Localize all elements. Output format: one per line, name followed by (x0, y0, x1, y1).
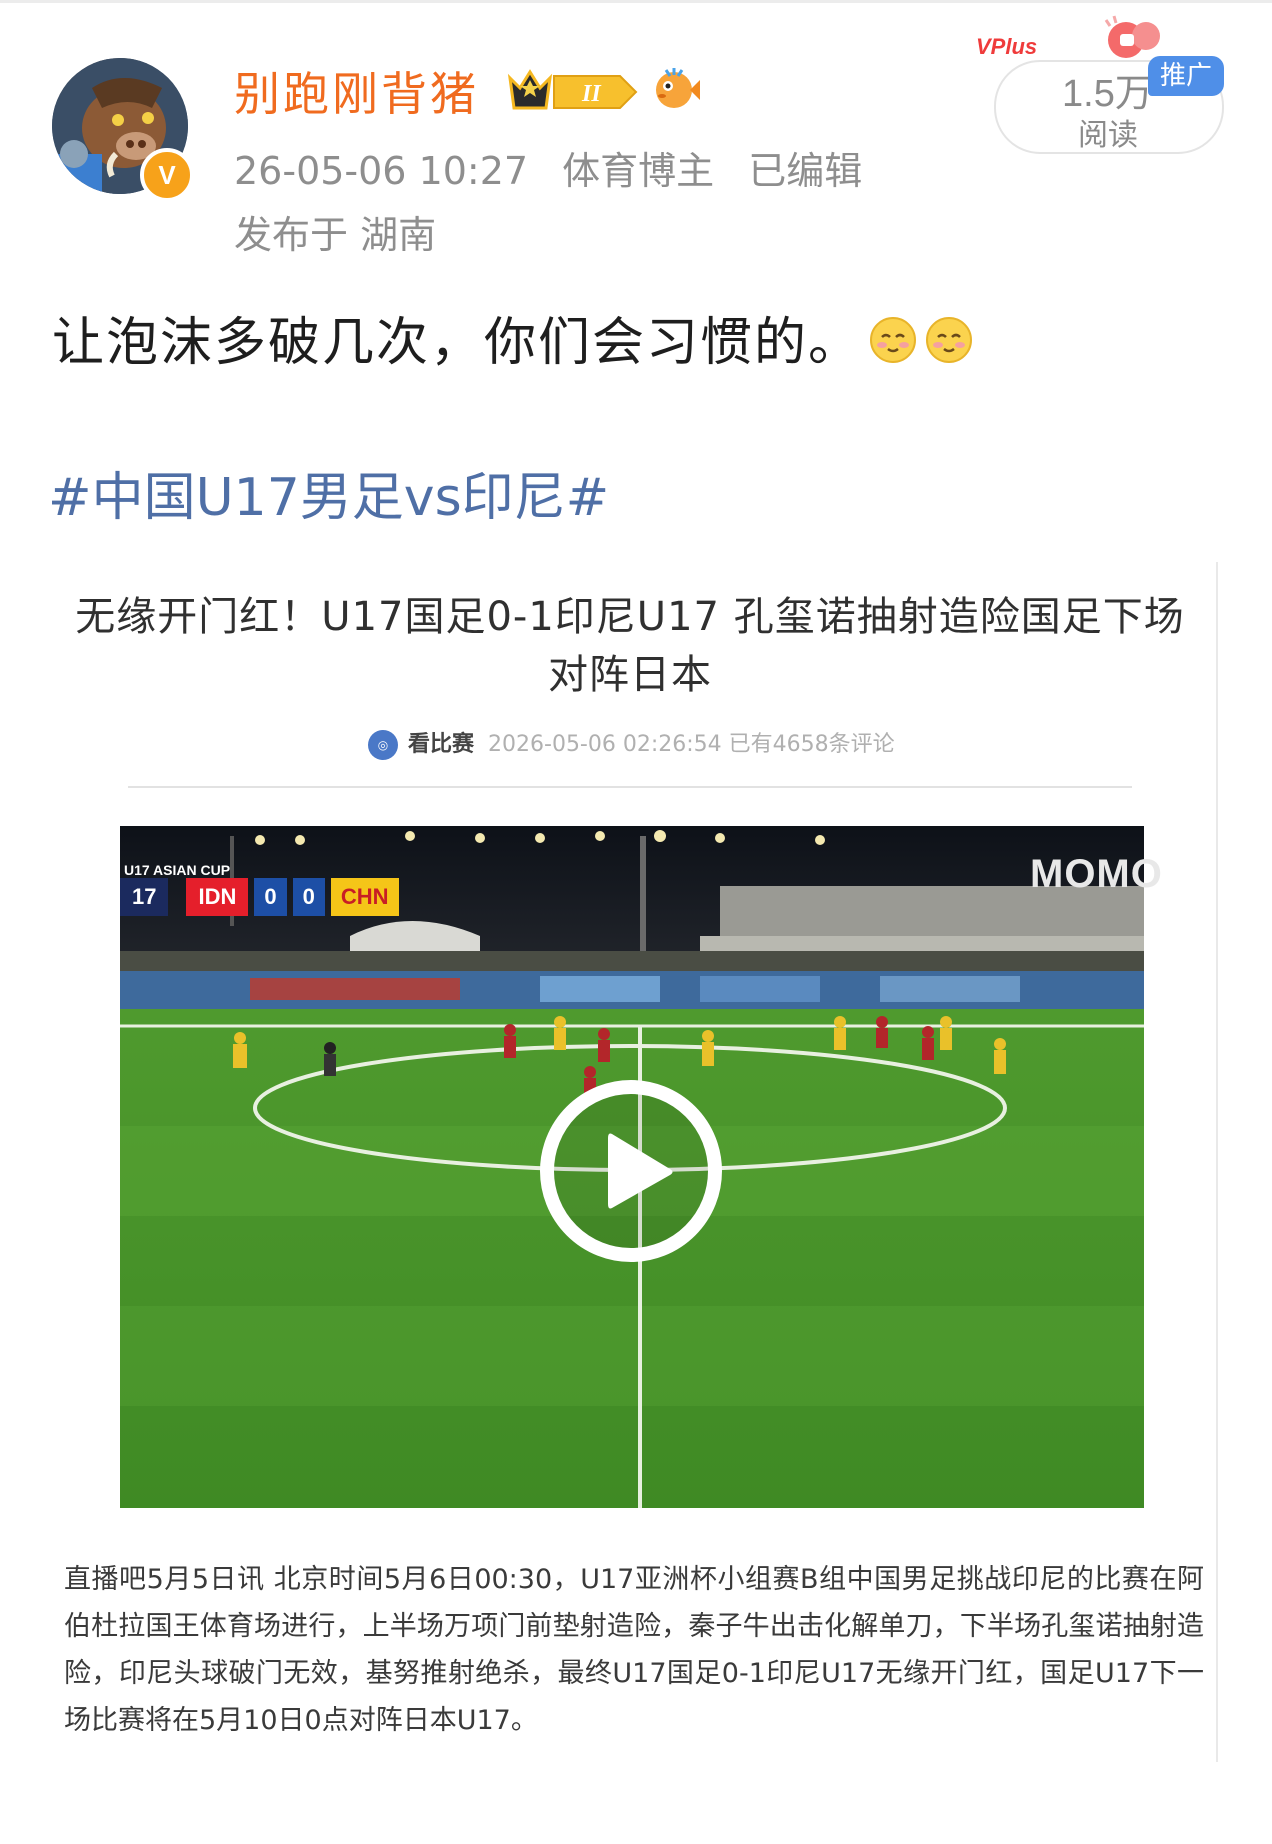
blushing-face-icon (924, 315, 974, 378)
score-right: 0 (292, 878, 325, 916)
article-title-line1: 无缘开门红！U17国足0-1印尼U17 孔玺诺抽射造险国足下场 (75, 594, 1185, 640)
post-meta: 26-05-06 10:27 体育博主 已编辑 (234, 140, 884, 195)
hashtag-link[interactable]: #中国U17男足vs印尼# (48, 455, 609, 530)
verified-badge: V (140, 148, 194, 202)
source-logo-icon: ◎ (368, 730, 398, 760)
post-location: 发布于 湖南 (234, 213, 437, 257)
card-border (1216, 562, 1218, 1762)
article-title[interactable]: 无缘开门红！U17国足0-1印尼U17 孔玺诺抽射造险国足下场 对阵日本 (70, 588, 1190, 704)
scoreboard: 17 IDN 0 0 CHN (120, 878, 399, 916)
article-divider (128, 786, 1132, 788)
author-tag: 体育博主 (562, 149, 715, 193)
broadcaster-watermark: MOMO (1030, 852, 1163, 896)
article-publish-time: 2026-05-06 02:26:54 (488, 732, 722, 757)
blushing-face-icon (868, 315, 918, 378)
post-text-content: 让泡沫多破几次，你们会习惯的。 (52, 313, 863, 373)
author-name[interactable]: 别跑刚背猪 (234, 58, 479, 124)
level-badge[interactable]: II (506, 66, 640, 120)
edited-label[interactable]: 已编辑 (748, 149, 862, 193)
post-text: 让泡沫多破几次，你们会习惯的。 (52, 300, 974, 378)
promote-badge[interactable]: 推广 (1148, 56, 1224, 96)
team-left: IDN (186, 878, 249, 916)
article-meta: ◎ 看比赛 2026-05-06 02:26:54 已有4658条评论 (368, 726, 895, 760)
top-divider (0, 0, 1272, 3)
match-time: 17 (120, 878, 169, 916)
team-right: CHN (330, 878, 399, 916)
level-text: II (581, 81, 602, 107)
article-comments[interactable]: 已有4658条评论 (729, 732, 895, 757)
pufferfish-icon[interactable] (650, 64, 702, 116)
vplus-label: VPlus (976, 34, 1038, 59)
post-timestamp: 26-05-06 10:27 (234, 149, 529, 193)
competition-label: U17 ASIAN CUP (124, 862, 231, 878)
read-label: 阅读 (1078, 118, 1138, 153)
play-button[interactable] (536, 1076, 726, 1270)
read-count: 1.5万 (1062, 73, 1153, 115)
article-source[interactable]: 看比赛 (408, 732, 474, 757)
article-body: 直播吧5月5日讯 北京时间5月6日00:30，U17亚洲杯小组赛B组中国男足挑战… (64, 1564, 1204, 1736)
article-title-line2: 对阵日本 (548, 652, 712, 698)
score-left: 0 (254, 878, 287, 916)
